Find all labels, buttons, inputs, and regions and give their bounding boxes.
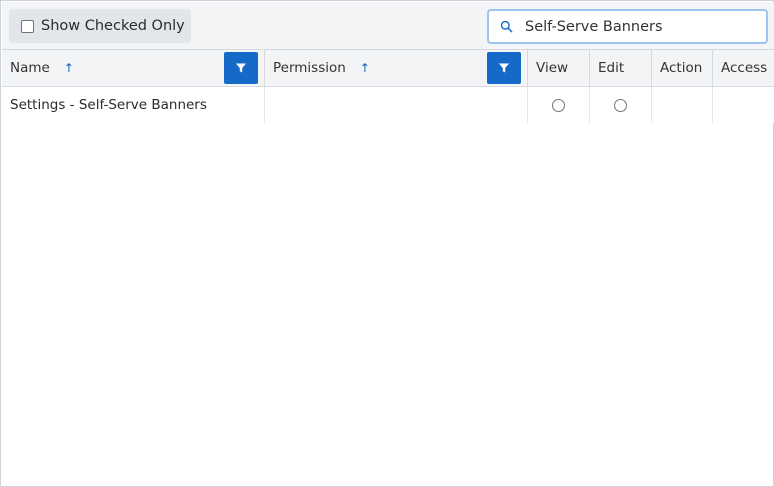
cell-name: Settings - Self-Serve Banners — [2, 87, 265, 123]
column-header-edit[interactable]: Edit — [590, 50, 652, 86]
grid-toolbar: Show Checked Only — [2, 2, 774, 50]
arrow-up-icon[interactable]: ↑ — [360, 61, 370, 75]
name-filter-button[interactable] — [224, 52, 258, 84]
permission-filter-button[interactable] — [487, 52, 521, 84]
cell-permission — [265, 87, 528, 123]
filter-icon — [236, 63, 246, 73]
table-row[interactable]: Settings - Self-Serve Banners — [2, 87, 774, 123]
column-header-name[interactable]: Name ↑ — [2, 50, 265, 86]
arrow-up-icon[interactable]: ↑ — [64, 61, 74, 75]
column-header-name-label: Name — [10, 60, 50, 76]
column-header-view-label: View — [536, 60, 569, 76]
column-header-action-label: Action — [660, 60, 703, 76]
cell-access — [713, 87, 774, 123]
column-header-edit-label: Edit — [598, 60, 625, 76]
filter-icon — [499, 63, 509, 73]
column-header-action[interactable]: Action — [652, 50, 713, 86]
search-input[interactable] — [525, 18, 765, 35]
column-header-view[interactable]: View — [528, 50, 590, 86]
column-header-access-label: Access — [721, 60, 768, 76]
cell-edit — [590, 87, 652, 123]
show-checked-only-toggle[interactable]: Show Checked Only — [9, 9, 191, 43]
show-checked-only-label: Show Checked Only — [41, 18, 185, 34]
view-radio[interactable] — [552, 98, 565, 112]
row-name-text: Settings - Self-Serve Banners — [10, 97, 207, 113]
search-field[interactable] — [487, 9, 768, 44]
show-checked-only-checkbox[interactable] — [21, 19, 34, 33]
column-header-permission-label: Permission — [273, 60, 346, 76]
column-header-permission[interactable]: Permission ↑ — [265, 50, 528, 86]
edit-radio[interactable] — [614, 98, 627, 112]
column-header-access[interactable]: Access — [713, 50, 774, 86]
grid-header-row: Name ↑ Permission ↑ View Edit Action Acc… — [2, 50, 774, 87]
cell-action — [652, 87, 713, 123]
search-icon — [491, 20, 521, 33]
permissions-grid-panel: Show Checked Only Name ↑ Permission — [0, 0, 774, 487]
cell-view — [528, 87, 590, 123]
